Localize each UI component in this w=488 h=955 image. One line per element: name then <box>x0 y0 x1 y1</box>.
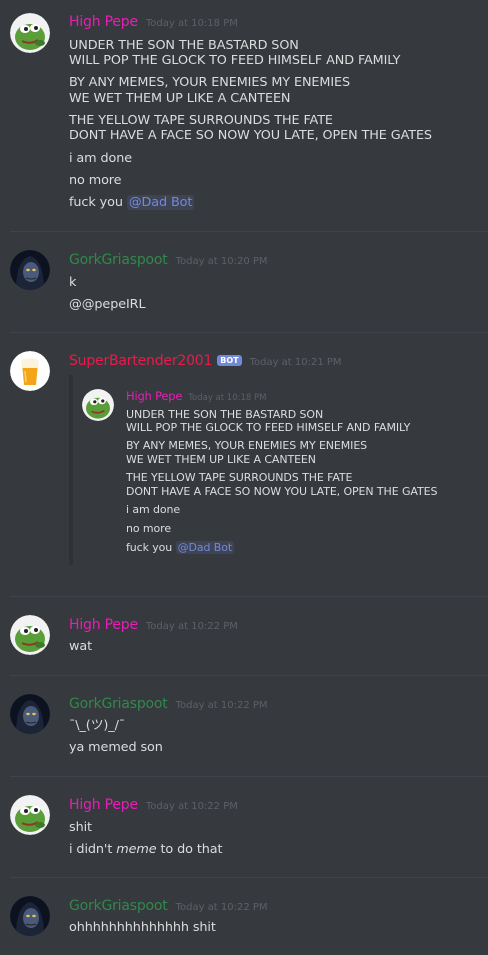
timestamp: Today at 10:18 PM <box>145 18 238 29</box>
message-divider <box>10 596 488 597</box>
timestamp: Today at 10:20 PM <box>175 256 268 267</box>
message-divider <box>10 877 488 878</box>
timestamp: Today at 10:22 PM <box>175 700 268 711</box>
message-line: THE YELLOW TAPE SURROUNDS THE FATE <box>69 113 333 128</box>
embed-line: i am done <box>126 503 181 516</box>
username[interactable]: GorkGriaspoot <box>69 696 168 712</box>
italic-text: meme <box>116 842 157 857</box>
embed-line: DONT HAVE A FACE SO NOW YOU LATE, OPEN T… <box>126 485 438 498</box>
hooded-avatar-icon[interactable] <box>10 250 50 290</box>
message-line: BY ANY MEMES, YOUR ENEMIES MY ENEMIES <box>69 75 351 90</box>
message-line: ya memed son <box>69 740 163 755</box>
message-line: k <box>69 275 77 290</box>
message-line: ohhhhhhhhhhhhhh shit <box>69 920 216 935</box>
message-text: fuck you <box>69 195 127 210</box>
message-text: i didn't <box>69 842 117 857</box>
message-line: i didn't meme to do that <box>69 842 223 857</box>
username[interactable]: High Pepe <box>69 14 138 30</box>
message-line: DONT HAVE A FACE SO NOW YOU LATE, OPEN T… <box>69 128 432 143</box>
timestamp: Today at 10:22 PM <box>145 801 238 812</box>
timestamp: Today at 10:21 PM <box>249 357 342 368</box>
mention-link[interactable]: @Dad Bot <box>175 541 235 554</box>
beer-avatar-icon[interactable] <box>10 351 50 391</box>
message-divider <box>10 776 488 777</box>
message-line: wat <box>69 639 93 654</box>
message-line: shit <box>69 820 92 835</box>
username[interactable]: GorkGriaspoot <box>69 898 168 914</box>
bot-badge: BOT <box>217 355 242 366</box>
embed-timestamp: Today at 10:18 PM <box>188 393 267 403</box>
embed-line: no more <box>126 522 171 535</box>
embed-username: High Pepe <box>126 389 183 403</box>
hooded-avatar-icon[interactable] <box>10 694 50 734</box>
message-line: no more <box>69 173 122 188</box>
message-line: ¯\_(ツ)_/¯ <box>69 718 126 733</box>
pepe-avatar-icon[interactable] <box>10 13 50 53</box>
embed-line: WE WET THEM UP LIKE A CANTEEN <box>126 453 316 466</box>
hooded-avatar-icon[interactable] <box>10 896 50 936</box>
message-line: fuck you @Dad Bot <box>69 195 195 210</box>
pepe-avatar-icon[interactable] <box>10 615 50 655</box>
embed-line: THE YELLOW TAPE SURROUNDS THE FATE <box>126 471 353 484</box>
message-text: to do that <box>156 842 223 857</box>
username[interactable]: GorkGriaspoot <box>69 252 168 268</box>
quoted-embed: High Pepe Today at 10:18 PM UNDER THE SO… <box>69 375 469 565</box>
username[interactable]: High Pepe <box>69 797 138 813</box>
message-line: i am done <box>69 151 133 166</box>
username[interactable]: High Pepe <box>69 617 138 633</box>
embed-line: BY ANY MEMES, YOUR ENEMIES MY ENEMIES <box>126 439 368 452</box>
embed-line: WILL POP THE GLOCK TO FEED HIMSELF AND F… <box>126 421 411 434</box>
timestamp: Today at 10:22 PM <box>145 621 238 632</box>
embed-line: fuck you @Dad Bot <box>126 541 235 554</box>
message-divider <box>10 332 488 333</box>
embed-line: UNDER THE SON THE BASTARD SON <box>126 408 324 421</box>
timestamp: Today at 10:22 PM <box>175 902 268 913</box>
mention-link[interactable]: @Dad Bot <box>126 195 195 210</box>
pepe-avatar-icon[interactable] <box>10 795 50 835</box>
message-divider <box>10 231 488 232</box>
message-line: @@pepeIRL <box>69 297 146 312</box>
embed-text: fuck you <box>126 541 176 554</box>
message-divider <box>10 675 488 676</box>
message-line: UNDER THE SON THE BASTARD SON <box>69 38 299 53</box>
username[interactable]: SuperBartender2001 <box>69 353 212 369</box>
message-line: WE WET THEM UP LIKE A CANTEEN <box>69 91 291 106</box>
pepe-avatar-icon <box>82 389 114 421</box>
message-line: WILL POP THE GLOCK TO FEED HIMSELF AND F… <box>69 53 401 68</box>
